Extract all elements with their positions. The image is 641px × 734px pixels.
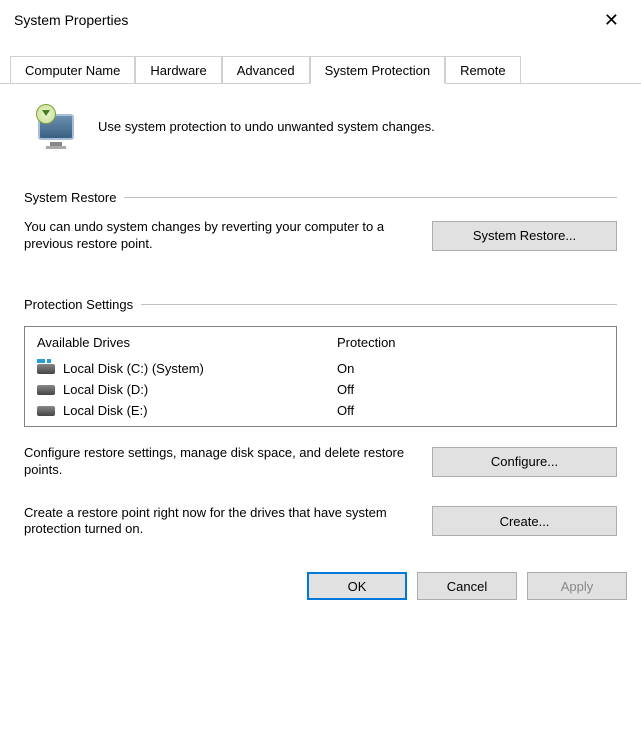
drive-icon: [37, 362, 55, 374]
drive-row[interactable]: Local Disk (E:) Off: [25, 400, 616, 426]
tab-system-protection[interactable]: System Protection: [310, 56, 446, 84]
protection-settings-group-label: Protection Settings: [24, 297, 133, 312]
configure-description: Configure restore settings, manage disk …: [24, 445, 412, 479]
apply-button[interactable]: Apply: [527, 572, 627, 600]
restore-description: You can undo system changes by reverting…: [24, 219, 412, 253]
intro-text: Use system protection to undo unwanted s…: [98, 119, 435, 134]
window-title: System Properties: [14, 12, 128, 28]
drive-name: Local Disk (C:) (System): [63, 361, 204, 376]
tab-hardware[interactable]: Hardware: [135, 56, 221, 83]
divider: [124, 197, 617, 198]
drive-name: Local Disk (E:): [63, 403, 148, 418]
tab-remote[interactable]: Remote: [445, 56, 521, 83]
drive-row[interactable]: Local Disk (C:) (System) On: [25, 358, 616, 379]
drive-icon: [37, 383, 55, 395]
ok-button[interactable]: OK: [307, 572, 407, 600]
drive-name: Local Disk (D:): [63, 382, 148, 397]
column-header-protection: Protection: [337, 335, 604, 350]
system-restore-group-label: System Restore: [24, 190, 116, 205]
divider: [141, 304, 617, 305]
drive-status: Off: [337, 403, 604, 418]
create-description: Create a restore point right now for the…: [24, 505, 412, 539]
tab-computer-name[interactable]: Computer Name: [10, 56, 135, 83]
drive-status: Off: [337, 382, 604, 397]
column-header-drives: Available Drives: [37, 335, 337, 350]
configure-button[interactable]: Configure...: [432, 447, 617, 477]
system-restore-button[interactable]: System Restore...: [432, 221, 617, 251]
tab-strip: Computer Name Hardware Advanced System P…: [0, 54, 641, 84]
drive-status: On: [337, 361, 604, 376]
cancel-button[interactable]: Cancel: [417, 572, 517, 600]
tab-advanced[interactable]: Advanced: [222, 56, 310, 83]
drives-list: Available Drives Protection Local Disk (…: [24, 326, 617, 427]
create-button[interactable]: Create...: [432, 506, 617, 536]
drive-icon: [37, 404, 55, 416]
system-restore-icon: [32, 102, 80, 150]
close-icon[interactable]: ✕: [596, 8, 627, 33]
drive-row[interactable]: Local Disk (D:) Off: [25, 379, 616, 400]
